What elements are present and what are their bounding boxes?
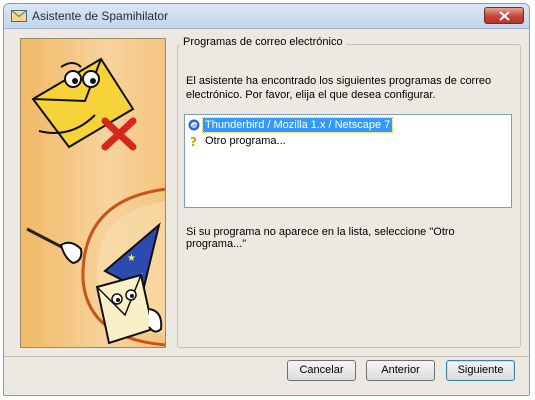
question-mark-icon: ? (190, 135, 197, 147)
description-text: El asistente ha encontrado los siguiente… (186, 75, 492, 101)
group-title: Programas de correo electrónico (180, 36, 346, 48)
button-divider (4, 356, 529, 357)
next-button[interactable]: Siguiente (446, 360, 515, 381)
close-button[interactable] (484, 7, 524, 24)
spamihilator-mascot-illustration: ★ ☾ (26, 57, 165, 347)
red-x-mark (101, 117, 137, 151)
title-bar[interactable]: Asistente de Spamihilator (4, 4, 529, 29)
email-program-list[interactable]: Thunderbird / Mozilla 1.x / Netscape 7 ?… (184, 114, 512, 208)
svg-text:★: ★ (127, 253, 136, 264)
wizard-window: Asistente de Spamihilator ★ ☾ Programas … (3, 3, 530, 396)
list-item[interactable]: ? Otro programa... (188, 134, 288, 148)
thunderbird-icon (188, 119, 200, 131)
list-item-label: Thunderbird / Mozilla 1.x / Netscape 7 (201, 117, 394, 133)
window-title: Asistente de Spamihilator (32, 9, 169, 23)
envelope-icon (11, 10, 27, 22)
close-icon (499, 11, 510, 21)
svg-text:?: ? (190, 135, 197, 147)
list-item-label: Otro programa... (205, 135, 286, 147)
cancel-button[interactable]: Cancelar (287, 360, 356, 381)
list-item[interactable]: Thunderbird / Mozilla 1.x / Netscape 7 (188, 117, 394, 133)
back-button[interactable]: Anterior (366, 360, 435, 381)
wizard-side-image: ★ ☾ (20, 38, 166, 348)
hint-text: Si su programa no aparece en la lista, s… (186, 226, 455, 250)
